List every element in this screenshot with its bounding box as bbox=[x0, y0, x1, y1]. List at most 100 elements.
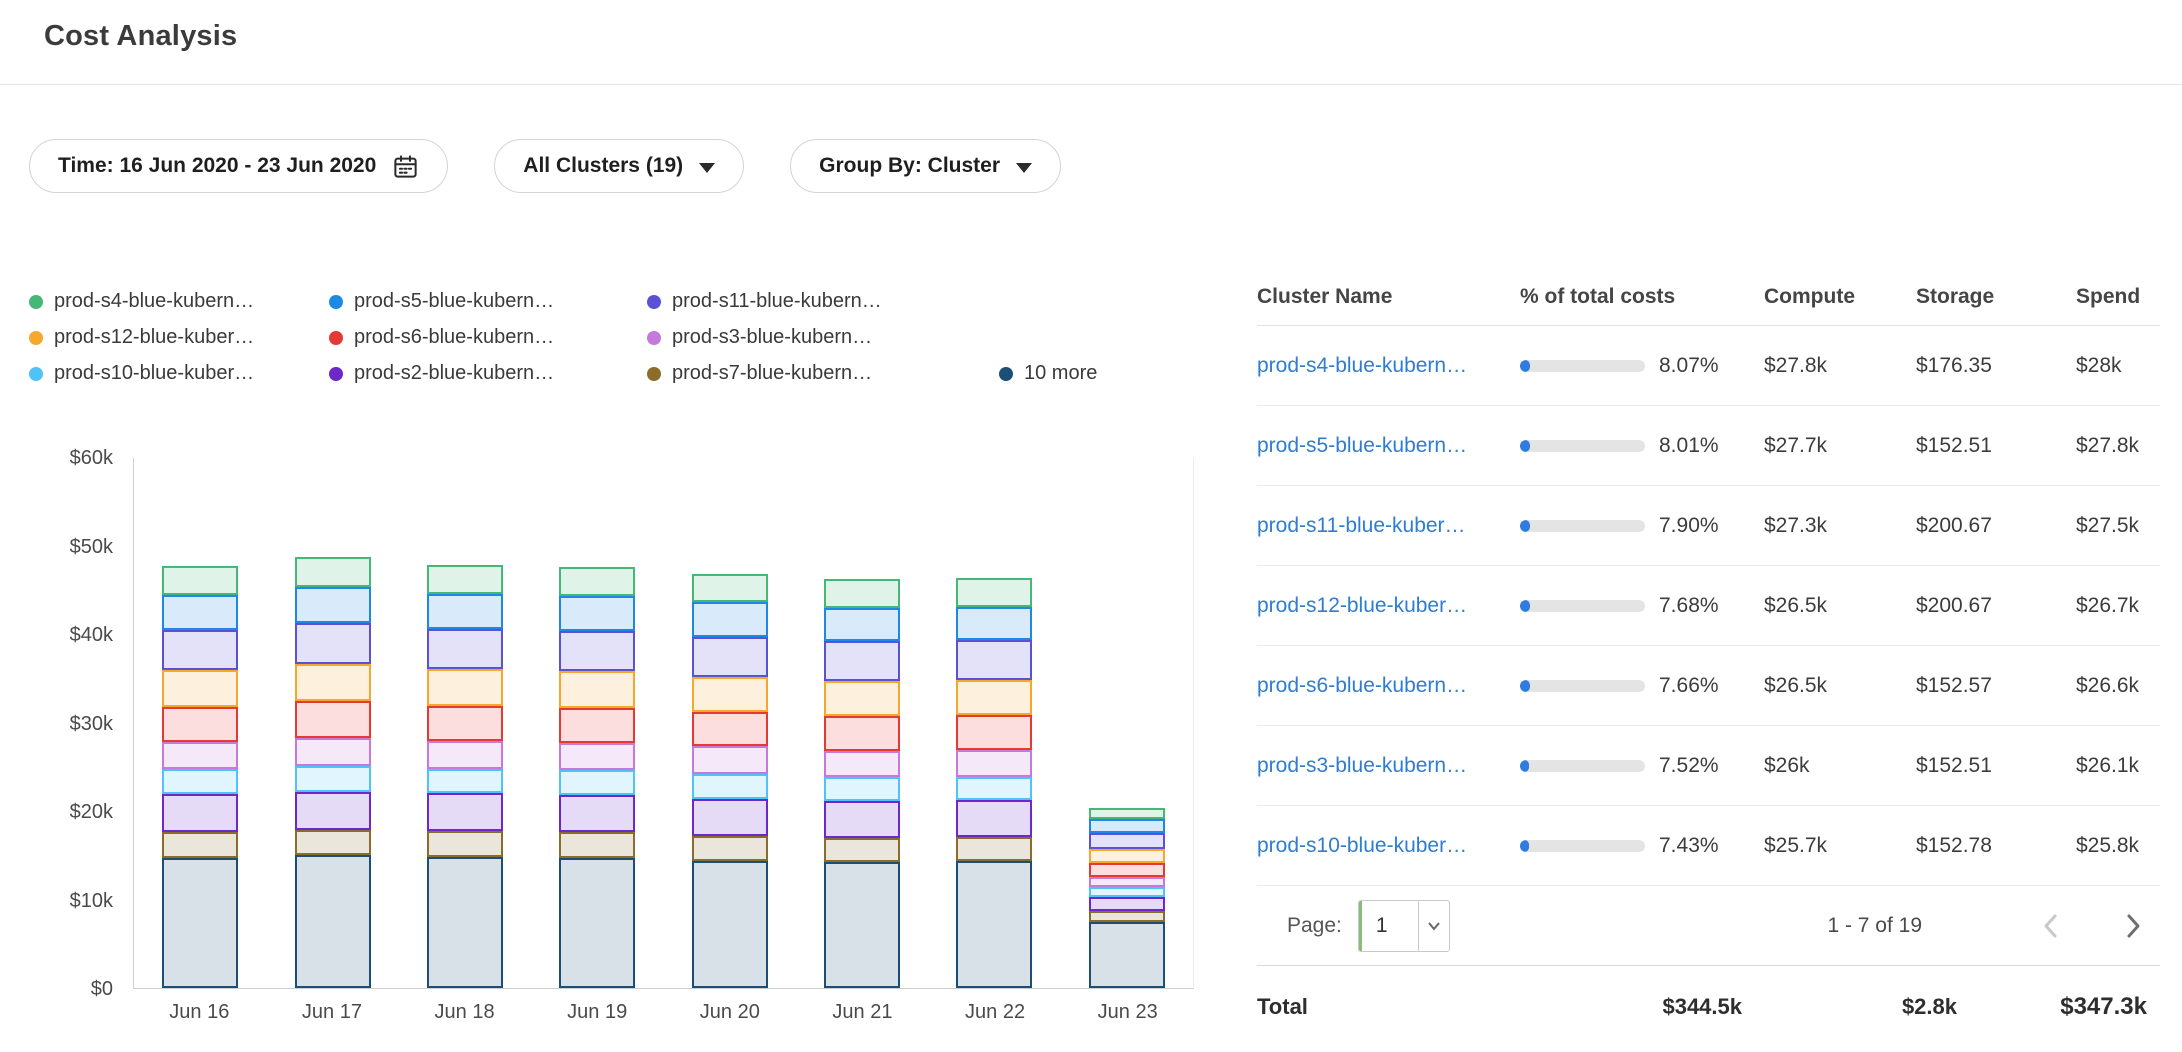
bar-segment bbox=[295, 738, 371, 766]
chevron-down-icon bbox=[1419, 921, 1449, 931]
table-row: prod-s12-blue-kuber… 7.68%$26.5k$200.67$2… bbox=[1257, 566, 2160, 646]
calendar-icon bbox=[392, 153, 419, 180]
legend-label: prod-s12-blue-kuber… bbox=[54, 326, 254, 349]
bar-segment bbox=[559, 708, 635, 743]
percent-value: 7.43% bbox=[1659, 834, 1719, 858]
stacked-bar[interactable] bbox=[824, 579, 900, 988]
cluster-link[interactable]: prod-s3-blue-kubern… bbox=[1257, 754, 1467, 777]
cluster-link[interactable]: prod-s5-blue-kubern… bbox=[1257, 434, 1467, 457]
percent-value: 8.07% bbox=[1659, 354, 1719, 378]
x-axis-label: Jun 23 bbox=[1083, 1001, 1173, 1024]
bar-segment bbox=[956, 750, 1032, 777]
stacked-bar[interactable] bbox=[1089, 808, 1165, 988]
group-by-filter[interactable]: Group By: Cluster bbox=[790, 139, 1061, 193]
percent-bar-fill bbox=[1520, 520, 1530, 532]
stacked-bar[interactable] bbox=[427, 565, 503, 988]
legend-item[interactable]: prod-s4-blue-kubern… bbox=[29, 290, 329, 313]
legend-item[interactable]: prod-s11-blue-kubern… bbox=[647, 290, 999, 313]
col-header-storage[interactable]: Storage bbox=[1916, 285, 2076, 309]
legend-item[interactable]: prod-s6-blue-kubern… bbox=[329, 326, 647, 349]
cluster-link[interactable]: prod-s11-blue-kuber… bbox=[1257, 514, 1466, 537]
x-axis-label: Jun 19 bbox=[552, 1001, 642, 1024]
percent-cell: 7.68% bbox=[1520, 594, 1764, 618]
total-row: Total $344.5k $2.8k $347.3k bbox=[1257, 966, 2160, 1048]
bar-segment bbox=[559, 743, 635, 770]
col-header-cluster-name[interactable]: Cluster Name bbox=[1257, 285, 1520, 309]
previous-page-button[interactable] bbox=[2032, 907, 2070, 945]
bar-segment bbox=[1089, 863, 1165, 876]
percent-value: 7.90% bbox=[1659, 514, 1719, 538]
spend-cell: $28k bbox=[2076, 354, 2160, 378]
bar-segment bbox=[427, 594, 503, 629]
bar-segment bbox=[824, 608, 900, 642]
legend-item[interactable]: prod-s7-blue-kubern… bbox=[647, 362, 999, 385]
legend-color-dot bbox=[29, 367, 43, 381]
bar-segment bbox=[824, 801, 900, 837]
legend-color-dot bbox=[647, 331, 661, 345]
next-page-button[interactable] bbox=[2114, 907, 2152, 945]
bar-segment bbox=[427, 669, 503, 705]
bar-segment bbox=[1089, 887, 1165, 897]
bar-segment bbox=[692, 799, 768, 836]
x-axis-label: Jun 17 bbox=[287, 1001, 377, 1024]
col-header-percent-of-total[interactable]: % of total costs bbox=[1520, 285, 1764, 309]
legend-item[interactable]: prod-s5-blue-kubern… bbox=[329, 290, 647, 313]
col-header-compute[interactable]: Compute bbox=[1764, 285, 1916, 309]
time-range-filter[interactable]: Time: 16 Jun 2020 - 23 Jun 2020 bbox=[29, 139, 448, 193]
spend-cell: $27.8k bbox=[2076, 434, 2160, 458]
legend-label: 10 more bbox=[1024, 362, 1097, 385]
clusters-filter[interactable]: All Clusters (19) bbox=[494, 139, 744, 193]
bar-segment bbox=[956, 680, 1032, 715]
bar-segment bbox=[692, 712, 768, 747]
bar-segment bbox=[824, 681, 900, 716]
total-compute: $344.5k bbox=[1662, 994, 1742, 1020]
legend-item[interactable]: prod-s12-blue-kuber… bbox=[29, 326, 329, 349]
storage-cell: $200.67 bbox=[1916, 594, 2076, 618]
stacked-bar[interactable] bbox=[956, 578, 1032, 988]
table-header: Cluster Name % of total costs Compute St… bbox=[1257, 268, 2160, 326]
bar-segment bbox=[1089, 877, 1165, 888]
stacked-bar[interactable] bbox=[162, 566, 238, 988]
page-select[interactable]: 1 bbox=[1358, 900, 1450, 952]
cluster-link[interactable]: prod-s6-blue-kubern… bbox=[1257, 674, 1467, 697]
cluster-name-cell: prod-s3-blue-kubern… bbox=[1257, 754, 1520, 778]
y-axis-tick: $20k bbox=[70, 800, 113, 824]
bar-segment bbox=[427, 857, 503, 988]
bar-segment bbox=[162, 769, 238, 794]
col-header-spend[interactable]: Spend bbox=[2076, 285, 2160, 309]
bar-segment bbox=[692, 836, 768, 861]
table-row: prod-s6-blue-kubern…7.66%$26.5k$152.57$2… bbox=[1257, 646, 2160, 726]
cluster-link[interactable]: prod-s12-blue-kuber… bbox=[1257, 594, 1467, 617]
stacked-bar[interactable] bbox=[692, 574, 768, 988]
bar-segment bbox=[559, 858, 635, 988]
x-axis-label: Jun 22 bbox=[950, 1001, 1040, 1024]
bar-segment bbox=[956, 800, 1032, 836]
stacked-bar[interactable] bbox=[559, 567, 635, 988]
cluster-link[interactable]: prod-s4-blue-kubern… bbox=[1257, 354, 1467, 377]
y-axis-tick: $0 bbox=[91, 977, 113, 1001]
stacked-bar[interactable] bbox=[295, 557, 371, 988]
bar-segment bbox=[824, 579, 900, 607]
spend-cell: $27.5k bbox=[2076, 514, 2160, 538]
bar-segment bbox=[559, 596, 635, 631]
legend-row: prod-s4-blue-kubern…prod-s5-blue-kubern…… bbox=[29, 290, 1097, 313]
chart-plot bbox=[133, 458, 1194, 989]
spend-cell: $26.7k bbox=[2076, 594, 2160, 618]
bar-segment bbox=[824, 641, 900, 681]
bar-segment bbox=[1089, 808, 1165, 820]
bar-segment bbox=[1089, 819, 1165, 833]
bar-segment bbox=[162, 707, 238, 742]
percent-cell: 8.07% bbox=[1520, 354, 1764, 378]
percent-bar-track bbox=[1520, 840, 1645, 852]
percent-bar-track bbox=[1520, 520, 1645, 532]
x-axis-label: Jun 21 bbox=[817, 1001, 907, 1024]
legend-item[interactable]: prod-s10-blue-kuber… bbox=[29, 362, 329, 385]
legend-item[interactable]: prod-s2-blue-kubern… bbox=[329, 362, 647, 385]
legend-label: prod-s6-blue-kubern… bbox=[354, 326, 554, 349]
page-title: Cost Analysis bbox=[44, 20, 237, 53]
compute-cell: $26.5k bbox=[1764, 594, 1916, 618]
cluster-link[interactable]: prod-s10-blue-kuber… bbox=[1257, 834, 1467, 857]
table-row: prod-s10-blue-kuber…7.43%$25.7k$152.78$2… bbox=[1257, 806, 2160, 886]
legend-item[interactable]: 10 more bbox=[999, 362, 1097, 385]
legend-item[interactable]: prod-s3-blue-kubern… bbox=[647, 326, 999, 349]
